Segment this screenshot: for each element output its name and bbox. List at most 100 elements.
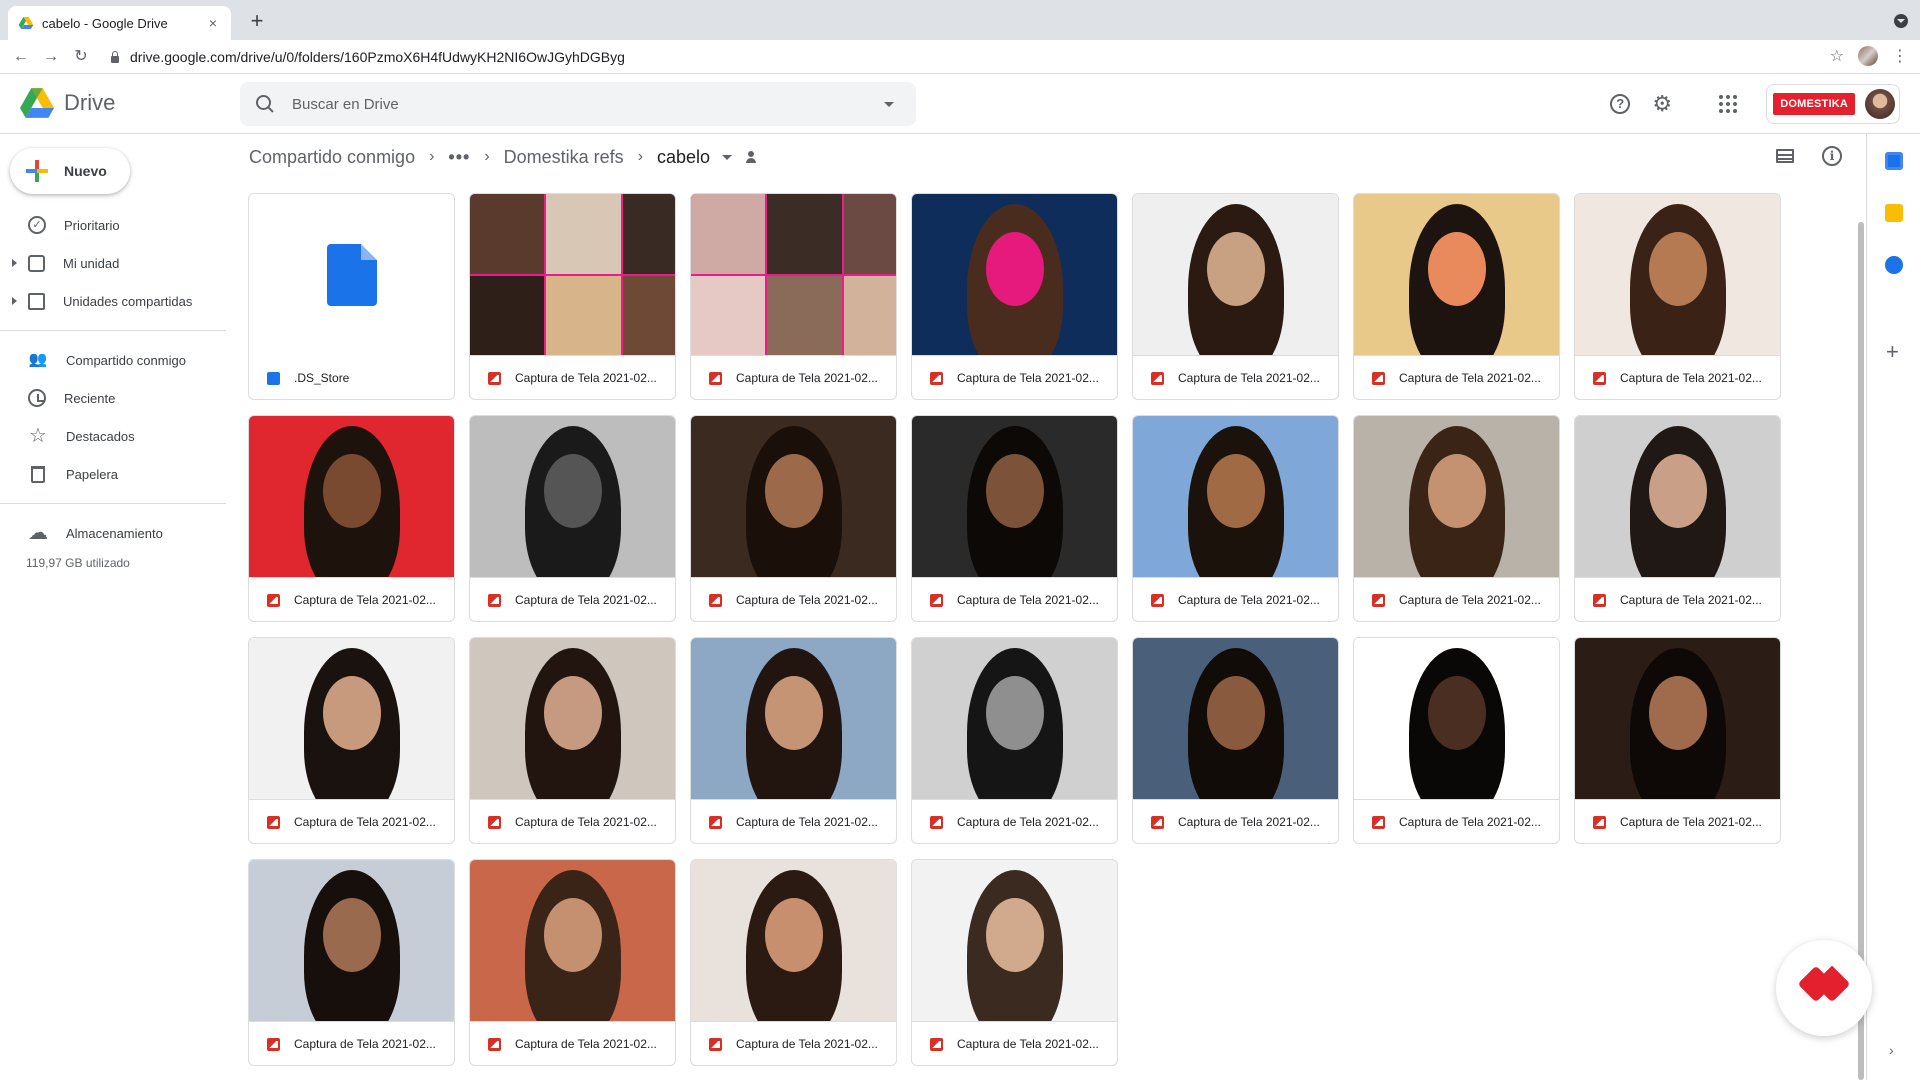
breadcrumb-root[interactable]: Compartido conmigo (249, 147, 415, 168)
file-card[interactable]: Captura de Tela 2021-02... (469, 193, 676, 400)
image-thumbnail[interactable] (1575, 194, 1780, 356)
image-thumbnail[interactable] (912, 416, 1117, 578)
file-label[interactable]: Captura de Tela 2021-02... (470, 356, 675, 399)
sidebar-item-prioritario[interactable]: ✓ Prioritario (0, 206, 240, 244)
image-thumbnail[interactable] (1354, 416, 1559, 578)
back-button[interactable]: ← (10, 46, 32, 68)
account-switcher[interactable]: DOMESTIKA (1766, 84, 1900, 124)
browser-tab[interactable]: cabelo - Google Drive × (8, 6, 231, 40)
image-thumbnail[interactable] (691, 416, 896, 578)
file-card[interactable]: Captura de Tela 2021-02... (1574, 637, 1781, 844)
file-card[interactable]: Captura de Tela 2021-02... (1132, 415, 1339, 622)
file-card[interactable]: Captura de Tela 2021-02... (469, 637, 676, 844)
image-thumbnail[interactable] (1133, 194, 1338, 356)
search-icon[interactable] (254, 93, 276, 115)
new-button[interactable]: Nuevo (10, 148, 130, 194)
file-label[interactable]: .DS_Store (249, 356, 454, 399)
image-thumbnail[interactable] (691, 860, 896, 1022)
file-preview[interactable] (249, 194, 454, 356)
search-input[interactable] (292, 95, 884, 113)
tab-search-icon[interactable] (1894, 14, 1908, 28)
file-card[interactable]: Captura de Tela 2021-02... (469, 415, 676, 622)
drive-logo[interactable]: Drive (20, 88, 115, 118)
image-thumbnail[interactable] (912, 638, 1117, 800)
file-label[interactable]: Captura de Tela 2021-02... (1575, 578, 1780, 621)
file-label[interactable]: Captura de Tela 2021-02... (1354, 800, 1559, 843)
file-label[interactable]: Captura de Tela 2021-02... (249, 578, 454, 621)
file-label[interactable]: Captura de Tela 2021-02... (1133, 578, 1338, 621)
breadcrumb-current[interactable]: cabelo (657, 147, 710, 168)
image-thumbnail[interactable] (1133, 638, 1338, 800)
image-thumbnail[interactable] (1354, 638, 1559, 800)
file-card[interactable]: Captura de Tela 2021-02... (911, 637, 1118, 844)
file-card[interactable]: Captura de Tela 2021-02... (690, 193, 897, 400)
file-card[interactable]: Captura de Tela 2021-02... (1353, 637, 1560, 844)
forward-button[interactable]: → (40, 46, 62, 68)
add-addon-icon[interactable]: + (1886, 339, 1899, 365)
account-avatar[interactable] (1865, 89, 1895, 119)
file-card[interactable]: Captura de Tela 2021-02... (1353, 193, 1560, 400)
settings-button[interactable]: ⚙ (1642, 84, 1682, 124)
image-thumbnail[interactable] (1133, 416, 1338, 578)
image-thumbnail[interactable] (1354, 194, 1559, 356)
file-card[interactable]: Captura de Tela 2021-02... (248, 637, 455, 844)
image-thumbnail[interactable] (1575, 416, 1780, 578)
file-card[interactable]: Captura de Tela 2021-02... (690, 415, 897, 622)
file-label[interactable]: Captura de Tela 2021-02... (1354, 356, 1559, 399)
file-card[interactable]: Captura de Tela 2021-02... (1574, 193, 1781, 400)
list-view-icon[interactable] (1776, 149, 1794, 163)
image-thumbnail[interactable] (470, 194, 675, 356)
breadcrumb-more-button[interactable]: ••• (448, 147, 470, 168)
browser-menu-icon[interactable]: ⋮ (1892, 46, 1908, 66)
image-thumbnail[interactable] (1575, 638, 1780, 800)
file-card[interactable]: Captura de Tela 2021-02... (469, 859, 676, 1066)
keep-icon[interactable] (1885, 204, 1903, 222)
apps-button[interactable] (1708, 84, 1748, 124)
file-label[interactable]: Captura de Tela 2021-02... (470, 800, 675, 843)
sidebar-item-unidades-compartidas[interactable]: Unidades compartidas (0, 282, 240, 320)
image-thumbnail[interactable] (470, 860, 675, 1022)
sidebar-item-reciente[interactable]: Reciente (0, 379, 240, 417)
image-thumbnail[interactable] (249, 638, 454, 800)
breadcrumb-folder[interactable]: Domestika refs (504, 147, 624, 168)
file-card[interactable]: Captura de Tela 2021-02... (690, 637, 897, 844)
file-label[interactable]: Captura de Tela 2021-02... (1575, 356, 1780, 399)
file-label[interactable]: Captura de Tela 2021-02... (1133, 356, 1338, 399)
image-thumbnail[interactable] (470, 416, 675, 578)
file-label[interactable]: Captura de Tela 2021-02... (691, 356, 896, 399)
file-label[interactable]: Captura de Tela 2021-02... (1575, 800, 1780, 843)
file-label[interactable]: Captura de Tela 2021-02... (470, 578, 675, 621)
domestika-logo[interactable] (1776, 940, 1872, 1036)
sidebar-item-mi-unidad[interactable]: Mi unidad (0, 244, 240, 282)
folder-menu-icon[interactable] (722, 154, 733, 160)
chevron-right-icon[interactable]: › (1889, 1042, 1894, 1058)
file-card[interactable]: .DS_Store (248, 193, 455, 400)
file-label[interactable]: Captura de Tela 2021-02... (912, 356, 1117, 399)
image-thumbnail[interactable] (691, 194, 896, 356)
file-label[interactable]: Captura de Tela 2021-02... (470, 1022, 675, 1065)
file-label[interactable]: Captura de Tela 2021-02... (691, 1022, 896, 1065)
file-card[interactable]: Captura de Tela 2021-02... (911, 415, 1118, 622)
sidebar-item-papelera[interactable]: Papelera (0, 455, 240, 493)
file-label[interactable]: Captura de Tela 2021-02... (912, 800, 1117, 843)
lock-icon[interactable] (110, 51, 120, 63)
file-label[interactable]: Captura de Tela 2021-02... (691, 578, 896, 621)
file-card[interactable]: Captura de Tela 2021-02... (1574, 415, 1781, 622)
file-label[interactable]: Captura de Tela 2021-02... (912, 1022, 1117, 1065)
shared-folder-icon[interactable] (746, 151, 764, 163)
sidebar-item-destacados[interactable]: ☆ Destacados (0, 417, 240, 455)
image-thumbnail[interactable] (912, 194, 1117, 356)
close-tab-icon[interactable]: × (205, 15, 221, 31)
image-thumbnail[interactable] (691, 638, 896, 800)
file-card[interactable]: Captura de Tela 2021-02... (911, 193, 1118, 400)
info-icon[interactable]: i (1822, 146, 1842, 166)
file-label[interactable]: Captura de Tela 2021-02... (691, 800, 896, 843)
scrollbar[interactable] (1858, 222, 1864, 1080)
file-label[interactable]: Captura de Tela 2021-02... (1133, 800, 1338, 843)
calendar-icon[interactable] (1885, 152, 1903, 170)
help-button[interactable]: ? (1600, 84, 1640, 124)
file-card[interactable]: Captura de Tela 2021-02... (1353, 415, 1560, 622)
search-options-icon[interactable] (884, 101, 894, 107)
file-card[interactable]: Captura de Tela 2021-02... (248, 415, 455, 622)
file-card[interactable]: Captura de Tela 2021-02... (1132, 637, 1339, 844)
